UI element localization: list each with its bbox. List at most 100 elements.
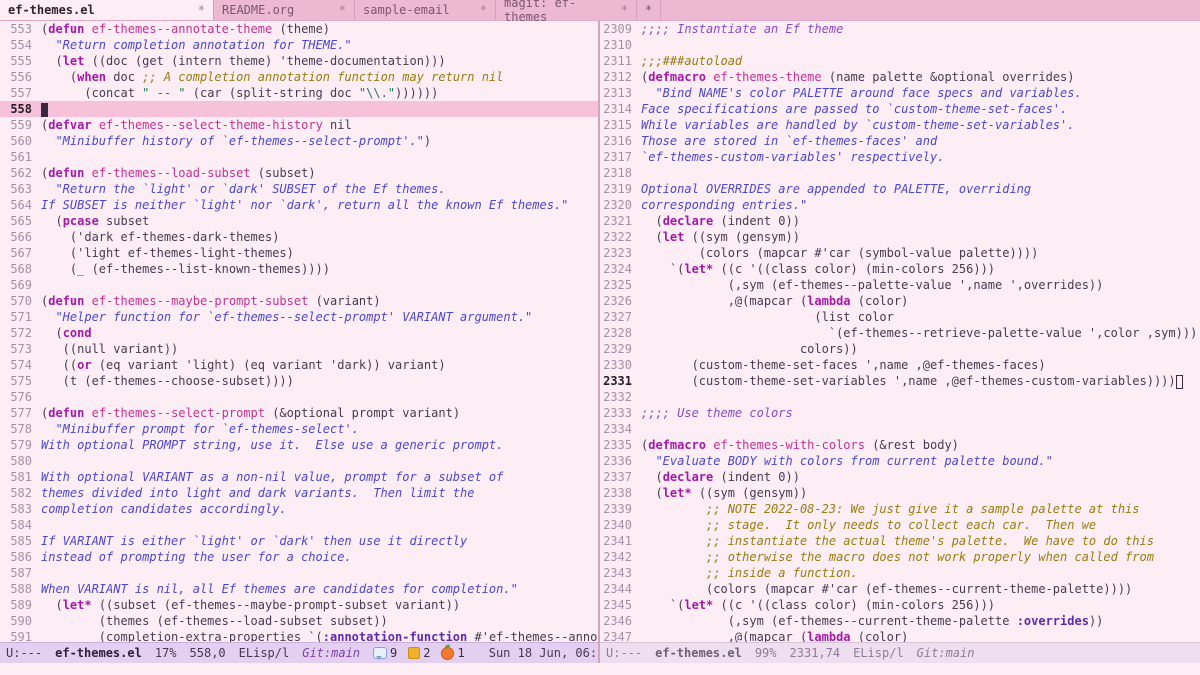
code-segment: ( xyxy=(641,230,663,244)
code-line[interactable]: 2312(defmacro ef-themes-theme (name pale… xyxy=(600,69,1200,85)
code-line[interactable]: 562(defun ef-themes--load-subset (subset… xyxy=(0,165,598,181)
code-line[interactable]: 2336 "Evaluate BODY with colors from cur… xyxy=(600,453,1200,469)
code-line[interactable]: 585If VARIANT is either `light' or `dark… xyxy=(0,533,598,549)
code-line[interactable]: 2339 ;; NOTE 2022-08-23: We just give it… xyxy=(600,501,1200,517)
code-line[interactable]: 587 xyxy=(0,565,598,581)
code-line[interactable]: 2322 (let ((sym (gensym)) xyxy=(600,229,1200,245)
code-line[interactable]: 2347 ,@(mapcar (lambda (color) xyxy=(600,629,1200,642)
code-line[interactable]: 555 (let ((doc (get (intern theme) 'them… xyxy=(0,53,598,69)
code-line[interactable]: 581With optional VARIANT as a non-nil va… xyxy=(0,469,598,485)
code-line[interactable]: 557 (concat " -- " (car (split-string do… xyxy=(0,85,598,101)
code-line[interactable]: 2313 "Bind NAME's color PALETTE around f… xyxy=(600,85,1200,101)
code-line[interactable]: 2346 (,sym (ef-themes--current-theme-pal… xyxy=(600,613,1200,629)
code-line[interactable]: 576 xyxy=(0,389,598,405)
code-line[interactable]: 2323 (colors (mapcar #'car (symbol-value… xyxy=(600,245,1200,261)
tab-modified-indicator[interactable]: * xyxy=(621,3,628,17)
code-line[interactable]: 2338 (let* ((sym (gensym)) xyxy=(600,485,1200,501)
code-line[interactable]: 2319Optional OVERRIDES are appended to P… xyxy=(600,181,1200,197)
code-line[interactable]: 570(defun ef-themes--maybe-prompt-subset… xyxy=(0,293,598,309)
code-line[interactable]: 2325 (,sym (ef-themes--palette-value ',n… xyxy=(600,277,1200,293)
code-line[interactable]: 2316Those are stored in `ef-themes-faces… xyxy=(600,133,1200,149)
code-line[interactable]: 2309;;;; Instantiate an Ef theme xyxy=(600,21,1200,37)
code-line[interactable]: 2345 `(let* ((c '((class color) (min-col… xyxy=(600,597,1200,613)
code-line[interactable]: 2330 (custom-theme-set-faces ',name ,@ef… xyxy=(600,357,1200,373)
code-line[interactable]: 2334 xyxy=(600,421,1200,437)
code-line[interactable]: 574 ((or (eq variant 'light) (eq variant… xyxy=(0,357,598,373)
code-line[interactable]: 2318 xyxy=(600,165,1200,181)
right-window[interactable]: 2309;;;; Instantiate an Ef theme23102311… xyxy=(600,21,1200,642)
code-line[interactable]: 588When VARIANT is nil, all Ef themes ar… xyxy=(0,581,598,597)
line-number: 2346 xyxy=(600,613,641,629)
code-line[interactable]: 589 (let* ((subset (ef-themes--maybe-pro… xyxy=(0,597,598,613)
code-line[interactable]: 2310 xyxy=(600,37,1200,53)
code-line[interactable]: 560 "Minibuffer history of `ef-themes--s… xyxy=(0,133,598,149)
code-line[interactable]: 2317`ef-themes-custom-variables' respect… xyxy=(600,149,1200,165)
code-line[interactable]: 578 "Minibuffer prompt for `ef-themes-se… xyxy=(0,421,598,437)
code-line[interactable]: 571 "Helper function for `ef-themes--sel… xyxy=(0,309,598,325)
code-line[interactable]: 586instead of prompting the user for a c… xyxy=(0,549,598,565)
code-line[interactable]: 2342 ;; otherwise the macro does not wor… xyxy=(600,549,1200,565)
code-line[interactable]: 2311;;;###autoload xyxy=(600,53,1200,69)
code-line[interactable]: 568 (_ (ef-themes--list-known-themes)))) xyxy=(0,261,598,277)
tab-modified-indicator[interactable]: * xyxy=(339,3,346,17)
code-line[interactable]: 591 (completion-extra-properties `(:anno… xyxy=(0,629,598,642)
code-line[interactable]: 584 xyxy=(0,517,598,533)
code-line[interactable]: 2341 ;; instantiate the actual theme's p… xyxy=(600,533,1200,549)
code-line[interactable]: 2337 (declare (indent 0)) xyxy=(600,469,1200,485)
code-line[interactable]: 2343 ;; inside a function. xyxy=(600,565,1200,581)
code-line[interactable]: 2328 `(ef-themes--retrieve-palette-value… xyxy=(600,325,1200,341)
code-line[interactable]: 558 xyxy=(0,101,598,117)
code-line[interactable]: 582themes divided into light and dark va… xyxy=(0,485,598,501)
code-line[interactable]: 565 (pcase subset xyxy=(0,213,598,229)
code-line[interactable]: 566 ('dark ef-themes-dark-themes) xyxy=(0,229,598,245)
code-line[interactable]: 573 ((null variant)) xyxy=(0,341,598,357)
echo-area[interactable] xyxy=(0,663,1200,675)
code-line[interactable]: 563 "Return the `light' or `dark' SUBSET… xyxy=(0,181,598,197)
vc-branch[interactable]: Git:main xyxy=(917,646,975,660)
code-line[interactable]: 2321 (declare (indent 0)) xyxy=(600,213,1200,229)
code-line[interactable]: 2326 ,@(mapcar (lambda (color) xyxy=(600,293,1200,309)
code-line[interactable]: 2332 xyxy=(600,389,1200,405)
code-line[interactable]: 2331 (custom-theme-set-variables ',name … xyxy=(600,373,1200,389)
tab-modified-indicator[interactable]: * xyxy=(480,3,487,17)
code-line[interactable]: 577(defun ef-themes--select-prompt (&opt… xyxy=(0,405,598,421)
tab-modified-indicator[interactable]: * xyxy=(198,3,205,17)
tab-ef-themes-el[interactable]: ef-themes.el* xyxy=(0,0,214,20)
code-line[interactable]: 2335(defmacro ef-themes-with-colors (&re… xyxy=(600,437,1200,453)
code-line[interactable]: 2324 `(let* ((c '((class color) (min-col… xyxy=(600,261,1200,277)
code-line[interactable]: 2315While variables are handled by `cust… xyxy=(600,117,1200,133)
code-line[interactable]: 579With optional PROMPT string, use it. … xyxy=(0,437,598,453)
code-line[interactable]: 2327 (list color xyxy=(600,309,1200,325)
code-line[interactable]: 569 xyxy=(0,277,598,293)
major-mode[interactable]: ELisp/l xyxy=(853,646,904,660)
tab-magit-ef-themes[interactable]: magit: ef-themes* xyxy=(496,0,637,20)
code-line[interactable]: 575 (t (ef-themes--choose-subset)))) xyxy=(0,373,598,389)
code-segment xyxy=(84,294,91,308)
vc-branch[interactable]: Git:main xyxy=(302,646,360,660)
code-line[interactable]: 583completion candidates accordingly. xyxy=(0,501,598,517)
major-mode[interactable]: ELisp/l xyxy=(239,646,290,660)
tab-sample-email[interactable]: sample-email* xyxy=(355,0,496,20)
code-line[interactable]: 2314Face specifications are passed to `c… xyxy=(600,101,1200,117)
code-line[interactable]: 572 (cond xyxy=(0,325,598,341)
left-window[interactable]: 553(defun ef-themes--annotate-theme (the… xyxy=(0,21,598,642)
code-segment: themes divided into light and dark varia… xyxy=(41,486,474,500)
code-line[interactable]: 2329 colors)) xyxy=(600,341,1200,357)
code-line[interactable]: 2340 ;; stage. It only needs to collect … xyxy=(600,517,1200,533)
code-line[interactable]: 590 (themes (ef-themes--load-subset subs… xyxy=(0,613,598,629)
code-line[interactable]: 559(defvar ef-themes--select-theme-histo… xyxy=(0,117,598,133)
code-line[interactable]: 2320corresponding entries." xyxy=(600,197,1200,213)
code-line[interactable]: 580 xyxy=(0,453,598,469)
code-line[interactable]: 556 (when doc ;; A completion annotation… xyxy=(0,69,598,85)
code-line[interactable]: 561 xyxy=(0,149,598,165)
code-line[interactable]: 564If SUBSET is neither `light' nor `dar… xyxy=(0,197,598,213)
code-line[interactable]: 2344 (colors (mapcar #'car (ef-themes--c… xyxy=(600,581,1200,597)
code-line[interactable]: 553(defun ef-themes--annotate-theme (the… xyxy=(0,21,598,37)
code-line[interactable]: 2333;;;; Use theme colors xyxy=(600,405,1200,421)
tab-readme-org[interactable]: README.org* xyxy=(214,0,355,20)
buffer-name[interactable]: ef-themes.el xyxy=(655,646,742,660)
buffer-name[interactable]: ef-themes.el xyxy=(55,646,142,660)
code-line[interactable]: 554 "Return completion annotation for TH… xyxy=(0,37,598,53)
code-line[interactable]: 567 ('light ef-themes-light-themes) xyxy=(0,245,598,261)
tab-star[interactable]: * xyxy=(637,0,661,20)
